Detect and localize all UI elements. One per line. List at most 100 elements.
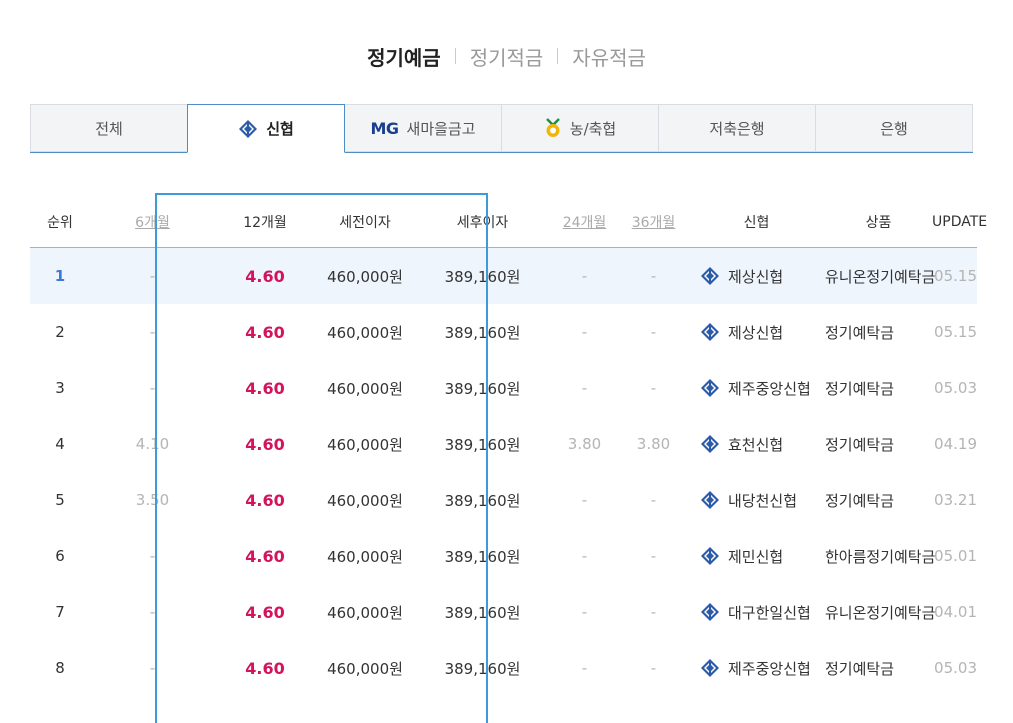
rate-24m-cell: - bbox=[581, 603, 588, 621]
table-row[interactable]: 3 - 4.60 460,000원 389,160원 - - 제주중앙신협 정기예탁금 05.03 bbox=[30, 360, 977, 416]
product-cell[interactable]: 정기예탁금 bbox=[825, 322, 932, 343]
tab-bank[interactable]: 은행 bbox=[815, 104, 973, 152]
rank-cell: 1 bbox=[54, 267, 66, 285]
tab-savings-bank-label: 저축은행 bbox=[709, 119, 765, 138]
rank-cell: 8 bbox=[55, 659, 65, 677]
header-pre-tax-interest: 세전이자 bbox=[339, 214, 391, 231]
shinhyup-logo-icon bbox=[701, 323, 719, 341]
pre-tax-interest-cell: 460,000원 bbox=[327, 491, 403, 510]
product-cell[interactable]: 정기예탁금 bbox=[825, 658, 932, 679]
rate-24m-cell: - bbox=[581, 267, 588, 285]
header-product: 상품 bbox=[865, 214, 892, 231]
product-cell[interactable]: 한아름정기예탁금 bbox=[825, 546, 935, 567]
rate-36m-cell: - bbox=[650, 267, 657, 285]
tab-nonghyup[interactable]: 농/축협 bbox=[501, 104, 658, 152]
product-cell[interactable]: 정기예탁금 bbox=[825, 490, 932, 511]
bank-name: 제주중앙신협 bbox=[728, 659, 811, 678]
rate-24m-cell: - bbox=[581, 547, 588, 565]
product-cell[interactable]: 정기예탁금 bbox=[825, 378, 932, 399]
bank-name: 제상신협 bbox=[728, 267, 784, 286]
product-type-tabs: 정기예금 정기적금 자유적금 bbox=[0, 38, 1013, 74]
bank-cell[interactable]: 내당천신협 bbox=[688, 490, 825, 511]
header-rank: 순위 bbox=[47, 214, 73, 231]
tab-savings-bank[interactable]: 저축은행 bbox=[658, 104, 815, 152]
header-bank: 신협 bbox=[743, 214, 770, 231]
bank-cell[interactable]: 제주중앙신협 bbox=[688, 658, 825, 679]
product-cell[interactable]: 유니온정기예탁금 bbox=[825, 266, 935, 287]
post-tax-interest-cell: 389,160원 bbox=[444, 267, 521, 286]
pre-tax-interest-cell: 460,000원 bbox=[327, 267, 403, 286]
bank-name: 내당천신협 bbox=[728, 491, 798, 510]
rate-6m-cell: - bbox=[149, 659, 156, 677]
table-header: 순위 6개월 12개월 세전이자 세후이자 24개월 36개월 신협 상품 UP… bbox=[30, 196, 988, 248]
product-cell[interactable]: 유니온정기예탁금 bbox=[825, 602, 935, 623]
table-row[interactable]: 2 - 4.60 460,000원 389,160원 - - 제상신협 정기예탁금 05.15 bbox=[30, 304, 977, 360]
rate-12m-cell: 4.60 bbox=[245, 490, 285, 510]
rate-24m-cell: - bbox=[581, 379, 588, 397]
post-tax-interest-cell: 389,160원 bbox=[444, 659, 521, 678]
tab-installment-savings[interactable]: 정기적금 bbox=[456, 42, 558, 71]
bank-cell[interactable]: 효천신협 bbox=[688, 434, 825, 455]
rank-cell: 6 bbox=[55, 547, 65, 565]
bank-cell[interactable]: 제상신협 bbox=[688, 266, 825, 287]
rate-6m-cell: 3.50 bbox=[135, 491, 170, 509]
rate-24m-cell: - bbox=[581, 491, 588, 509]
rate-6m-cell: - bbox=[149, 603, 156, 621]
product-cell[interactable]: 정기예탁금 bbox=[825, 434, 932, 455]
shinhyup-logo-icon bbox=[701, 603, 719, 621]
rate-table: 순위 6개월 12개월 세전이자 세후이자 24개월 36개월 신협 상품 UP… bbox=[30, 196, 988, 696]
tab-mg[interactable]: MG 새마을금고 bbox=[345, 104, 501, 152]
table-row[interactable]: 6 - 4.60 460,000원 389,160원 - - 제민신협 한아름정기예탁금 05.0… bbox=[30, 528, 977, 584]
shinhyup-logo-icon bbox=[239, 119, 258, 138]
bank-name: 효천신협 bbox=[728, 435, 784, 454]
rate-12m-cell: 4.60 bbox=[245, 658, 285, 678]
post-tax-interest-cell: 389,160원 bbox=[444, 435, 521, 454]
bank-name: 대구한일신협 bbox=[728, 603, 811, 622]
tab-all[interactable]: 전체 bbox=[30, 104, 187, 152]
rate-24m-cell: 3.80 bbox=[567, 435, 602, 453]
update-date-cell: 04.19 bbox=[934, 435, 977, 453]
tab-shinhyup[interactable]: 신협 bbox=[187, 104, 345, 153]
tab-fixed-deposit[interactable]: 정기예금 bbox=[353, 42, 455, 71]
rate-36m-cell: - bbox=[650, 659, 657, 677]
pre-tax-interest-cell: 460,000원 bbox=[327, 435, 403, 454]
post-tax-interest-cell: 389,160원 bbox=[444, 491, 521, 510]
rank-cell: 4 bbox=[55, 435, 65, 453]
pre-tax-interest-cell: 460,000원 bbox=[327, 547, 403, 566]
bank-cell[interactable]: 제주중앙신협 bbox=[688, 378, 825, 399]
header-12-months[interactable]: 12개월 bbox=[215, 212, 315, 232]
table-row[interactable]: 1 - 4.60 460,000원 389,160원 - - 제상신협 유니온정기예탁금 05.1… bbox=[30, 248, 977, 304]
header-6-months[interactable]: 6개월 bbox=[90, 212, 215, 232]
header-post-tax-interest: 세후이자 bbox=[456, 214, 509, 231]
rate-36m-cell: - bbox=[650, 323, 657, 341]
tab-mg-label: 새마을금고 bbox=[406, 119, 476, 138]
rate-36m-cell: - bbox=[650, 379, 657, 397]
shinhyup-logo-icon bbox=[701, 379, 719, 397]
table-row[interactable]: 7 - 4.60 460,000원 389,160원 - - 대구한일신협 유니온정기예탁금 04… bbox=[30, 584, 977, 640]
rank-cell: 5 bbox=[55, 491, 65, 509]
table-row[interactable]: 8 - 4.60 460,000원 389,160원 - - 제주중앙신협 정기예탁금 05.03 bbox=[30, 640, 977, 696]
update-date-cell: 04.01 bbox=[934, 603, 977, 621]
header-36-months[interactable]: 36개월 bbox=[619, 212, 688, 232]
rate-36m-cell: - bbox=[650, 547, 657, 565]
update-date-cell: 05.01 bbox=[934, 547, 977, 565]
shinhyup-logo-icon bbox=[701, 491, 719, 509]
bank-cell[interactable]: 대구한일신협 bbox=[688, 602, 825, 623]
header-24-months[interactable]: 24개월 bbox=[550, 212, 619, 232]
bank-cell[interactable]: 제상신협 bbox=[688, 322, 825, 343]
rate-6m-cell: - bbox=[149, 547, 156, 565]
rate-36m-cell: - bbox=[650, 603, 657, 621]
rate-36m-cell: - bbox=[650, 491, 657, 509]
table-row[interactable]: 5 3.50 4.60 460,000원 389,160원 - - 내당천신협 정기예탁금 03.… bbox=[30, 472, 977, 528]
bank-cell[interactable]: 제민신협 bbox=[688, 546, 825, 567]
post-tax-interest-cell: 389,160원 bbox=[444, 323, 521, 342]
rate-6m-cell: - bbox=[149, 323, 156, 341]
pre-tax-interest-cell: 460,000원 bbox=[327, 323, 403, 342]
header-update: UPDATE bbox=[932, 213, 988, 230]
rate-12m-cell: 4.60 bbox=[245, 546, 285, 566]
tab-free-savings[interactable]: 자유적금 bbox=[558, 42, 660, 71]
bank-name: 제민신협 bbox=[728, 547, 784, 566]
tab-all-label: 전체 bbox=[95, 119, 123, 138]
pre-tax-interest-cell: 460,000원 bbox=[327, 603, 403, 622]
table-row[interactable]: 4 4.10 4.60 460,000원 389,160원 3.80 3.80 효천신협 정기예… bbox=[30, 416, 977, 472]
